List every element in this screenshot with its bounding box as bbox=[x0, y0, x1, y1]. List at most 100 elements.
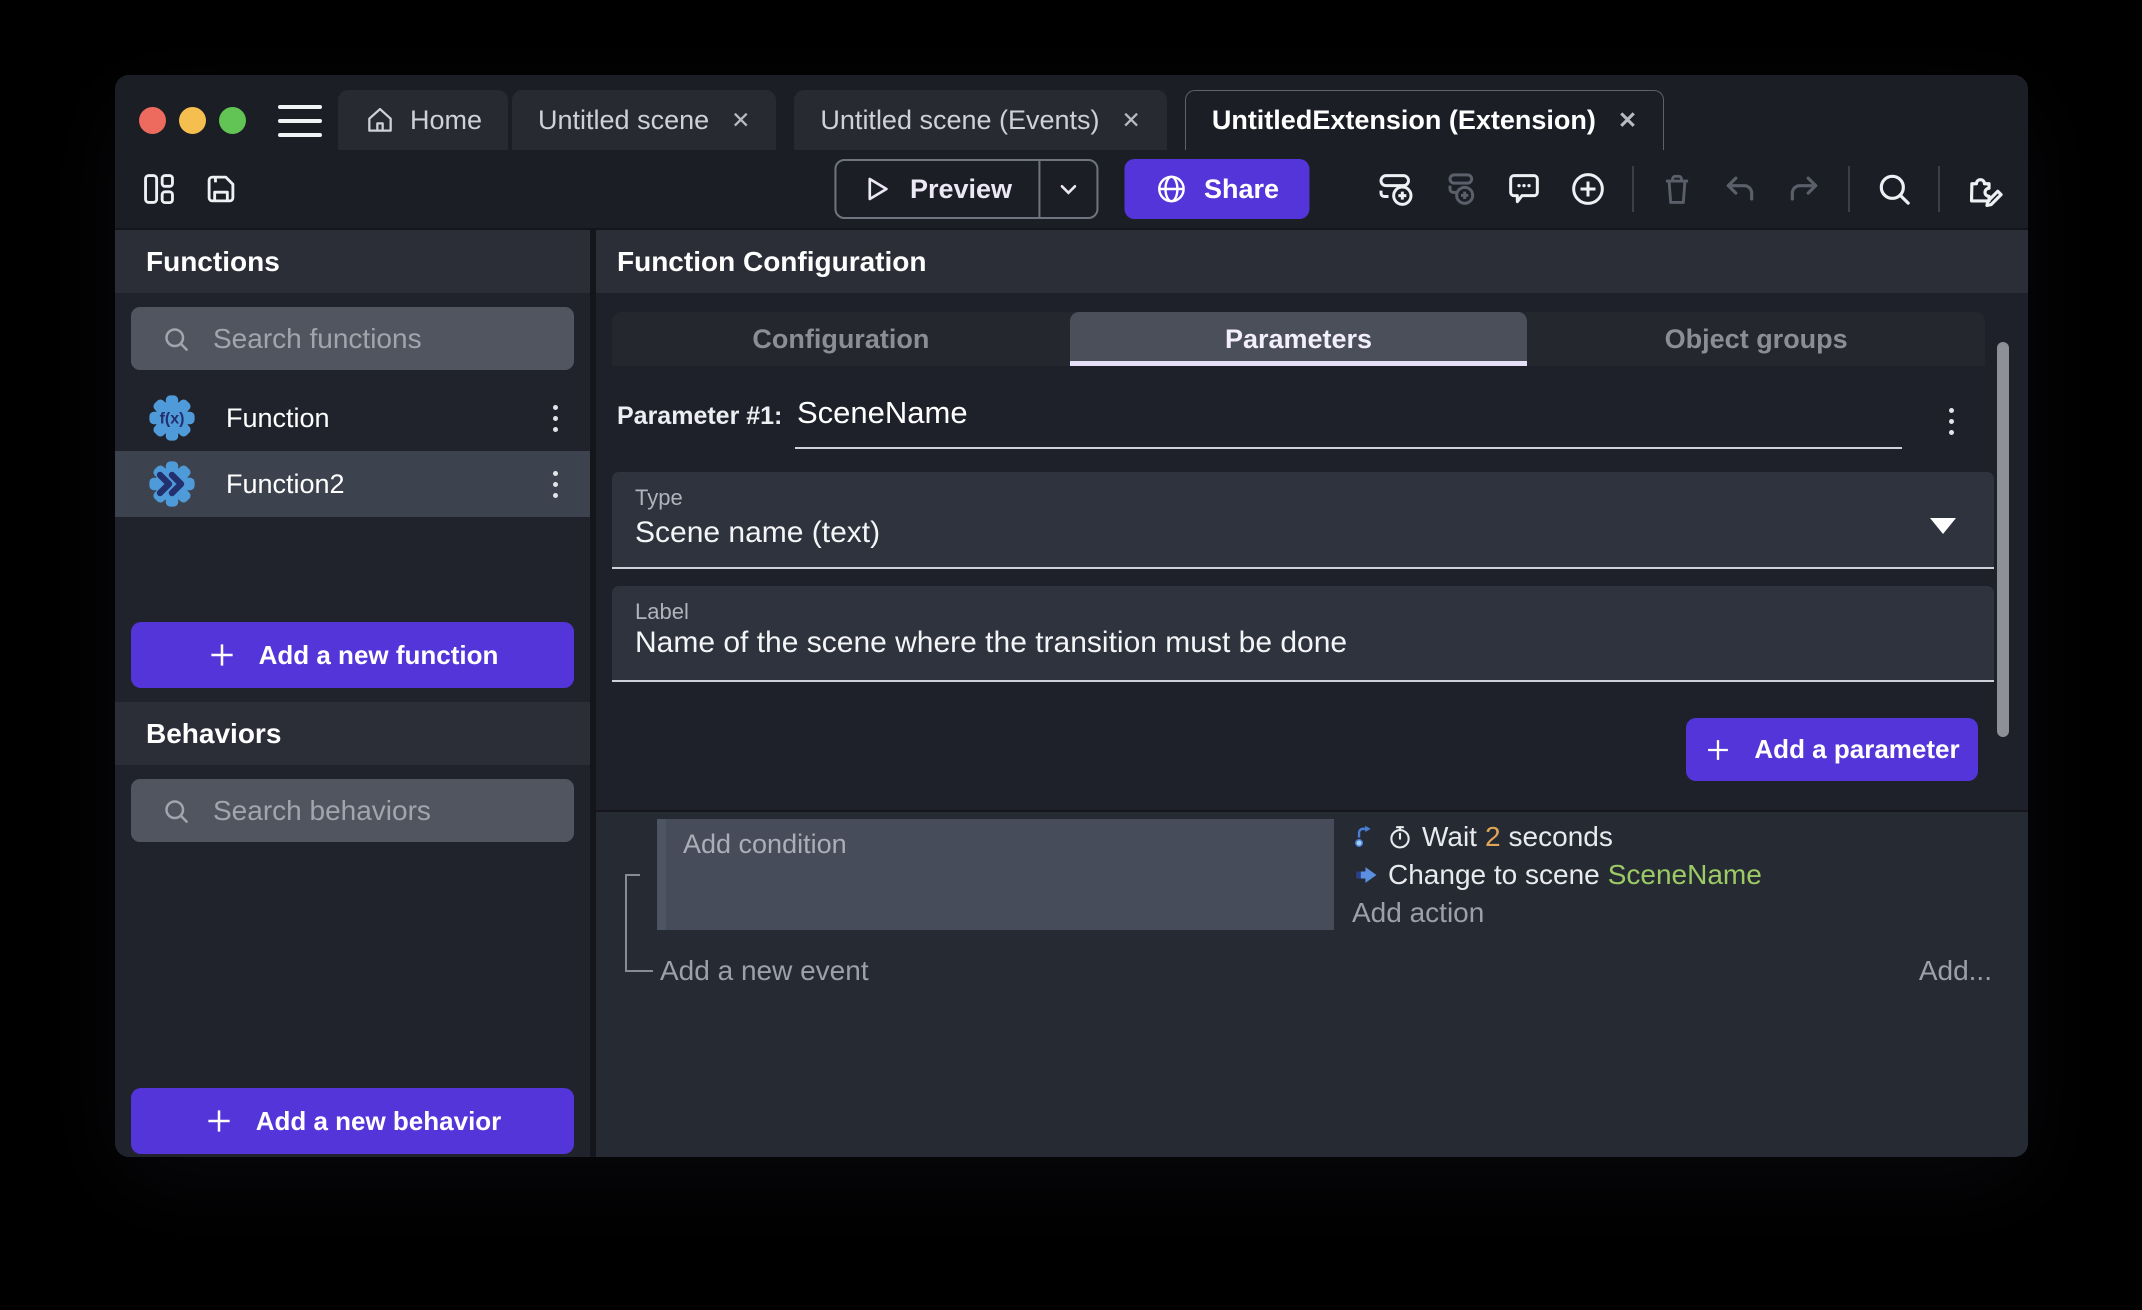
parameter-label-field[interactable]: Label bbox=[612, 586, 1994, 682]
function-name: Function bbox=[226, 403, 545, 434]
function-action-gear-icon bbox=[148, 460, 196, 508]
add-action-label: Add action bbox=[1352, 897, 1484, 929]
parameter-index-label: Parameter #1: bbox=[617, 402, 782, 431]
functions-title: Functions bbox=[146, 246, 280, 278]
maximize-window-button[interactable] bbox=[219, 107, 246, 134]
configuration-tab-bar: Configuration Parameters Object groups bbox=[612, 312, 1985, 366]
add-function-button[interactable]: Add a new function bbox=[131, 622, 574, 688]
function-options-icon[interactable] bbox=[545, 397, 566, 440]
event-tree-bracket bbox=[625, 874, 653, 972]
parameter-name-input[interactable] bbox=[795, 385, 1902, 449]
globe-icon bbox=[1154, 172, 1188, 206]
minimize-window-button[interactable] bbox=[179, 107, 206, 134]
tab-label: Untitled scene bbox=[538, 105, 709, 136]
change-scene-action-row[interactable]: Change to scene SceneName bbox=[1352, 858, 1762, 892]
functions-header: Functions bbox=[115, 230, 590, 293]
tab-object-groups[interactable]: Object groups bbox=[1527, 312, 1985, 366]
add-function-label: Add a new function bbox=[259, 640, 499, 671]
redo-icon[interactable] bbox=[1784, 169, 1824, 209]
tab-configuration[interactable]: Configuration bbox=[612, 312, 1070, 366]
event-grip[interactable] bbox=[657, 819, 666, 930]
home-icon bbox=[364, 104, 396, 136]
search-behaviors-field[interactable] bbox=[131, 779, 574, 842]
type-label: Type bbox=[635, 485, 683, 511]
search-functions-input[interactable] bbox=[213, 323, 574, 355]
tab-untitled-scene[interactable]: Untitled scene ✕ bbox=[512, 90, 776, 150]
undo-icon[interactable] bbox=[1720, 169, 1760, 209]
add-behavior-label: Add a new behavior bbox=[256, 1106, 502, 1137]
tab-label: Untitled scene (Events) bbox=[820, 105, 1099, 136]
events-sheet: Add condition Wait 2 seconds bbox=[596, 810, 2028, 1157]
event-tree-bracket-tick bbox=[625, 874, 640, 876]
close-window-button[interactable] bbox=[139, 107, 166, 134]
share-button[interactable]: Share bbox=[1124, 159, 1309, 219]
menu-icon[interactable] bbox=[278, 105, 322, 137]
tab-home[interactable]: Home bbox=[338, 90, 508, 150]
preview-button-label: Preview bbox=[910, 174, 1012, 205]
svg-text:f(x): f(x) bbox=[160, 411, 185, 428]
add-new-event-link[interactable]: Add a new event bbox=[660, 955, 869, 987]
behaviors-header: Behaviors bbox=[115, 702, 590, 765]
event-actions-area: Wait 2 seconds Change to scene SceneName bbox=[1352, 820, 1762, 930]
search-behaviors-input[interactable] bbox=[213, 795, 574, 827]
close-tab-icon[interactable]: ✕ bbox=[731, 107, 750, 134]
add-event-icon[interactable] bbox=[1376, 169, 1416, 209]
tab-untitled-extension[interactable]: UntitledExtension (Extension) ✕ bbox=[1185, 90, 1664, 150]
function-configuration-header: Function Configuration bbox=[596, 230, 2028, 293]
close-tab-icon[interactable]: ✕ bbox=[1122, 107, 1141, 134]
add-parameter-button[interactable]: Add a parameter bbox=[1686, 718, 1978, 781]
parameter-type-select[interactable]: Type Scene name (text) bbox=[612, 472, 1994, 569]
parameter-label-input[interactable] bbox=[635, 626, 1915, 660]
save-icon[interactable] bbox=[202, 170, 240, 208]
wait-action-row[interactable]: Wait 2 seconds bbox=[1352, 820, 1762, 854]
function-configuration-panel: Function Configuration Configuration Par… bbox=[596, 230, 2028, 1157]
function-options-icon[interactable] bbox=[545, 463, 566, 506]
add-subevent-icon[interactable] bbox=[1440, 169, 1480, 209]
parameter-options-icon[interactable] bbox=[1941, 400, 1962, 443]
action-text: Change to scene bbox=[1388, 859, 1600, 891]
titlebar: Home Untitled scene ✕ Untitled scene (Ev… bbox=[115, 75, 2028, 150]
close-tab-icon[interactable]: ✕ bbox=[1618, 107, 1637, 134]
tab-label: Object groups bbox=[1665, 324, 1848, 355]
app-window: Home Untitled scene ✕ Untitled scene (Ev… bbox=[115, 75, 2028, 1157]
comment-icon[interactable] bbox=[1504, 169, 1544, 209]
scrollbar-thumb[interactable] bbox=[1997, 342, 2009, 737]
add-condition-link[interactable]: Add condition bbox=[683, 829, 847, 860]
add-behavior-button[interactable]: Add a new behavior bbox=[131, 1088, 574, 1154]
action-text: Wait bbox=[1422, 821, 1477, 853]
panel-title: Function Configuration bbox=[617, 246, 927, 278]
preview-button[interactable]: Preview bbox=[834, 159, 1098, 219]
preview-options-button[interactable] bbox=[1038, 161, 1096, 217]
change-scene-arrow-icon bbox=[1352, 861, 1380, 889]
add-anything-icon[interactable] bbox=[1568, 169, 1608, 209]
desktop: Home Untitled scene ✕ Untitled scene (Ev… bbox=[0, 0, 2142, 1310]
active-tab-underline bbox=[1070, 361, 1528, 366]
tab-label: Parameters bbox=[1225, 324, 1372, 355]
project-manager-icon[interactable] bbox=[140, 170, 178, 208]
function-gear-icon: f(x) bbox=[148, 394, 196, 442]
search-events-icon[interactable] bbox=[1874, 169, 1914, 209]
tab-label: UntitledExtension (Extension) bbox=[1212, 105, 1596, 136]
delete-icon[interactable] bbox=[1658, 170, 1696, 208]
play-icon bbox=[860, 173, 892, 205]
function-list-item[interactable]: f(x) Function bbox=[115, 385, 590, 451]
add-more-link[interactable]: Add... bbox=[1919, 955, 1992, 987]
label-label: Label bbox=[635, 599, 689, 625]
function-name: Function2 bbox=[226, 469, 545, 500]
edit-extension-icon[interactable] bbox=[1964, 168, 2006, 210]
plus-icon bbox=[1704, 736, 1732, 764]
event-conditions-area[interactable]: Add condition bbox=[666, 819, 1334, 930]
add-parameter-label: Add a parameter bbox=[1754, 734, 1959, 765]
search-functions-field[interactable] bbox=[131, 307, 574, 370]
dropdown-caret-icon bbox=[1930, 518, 1956, 534]
plus-icon bbox=[207, 640, 237, 670]
tab-parameters[interactable]: Parameters bbox=[1070, 312, 1528, 366]
workspace: Functions f(x) Function bbox=[115, 228, 2028, 1157]
tab-label: Configuration bbox=[752, 324, 929, 355]
function-list-item-selected[interactable]: Function2 bbox=[115, 451, 590, 517]
behaviors-title: Behaviors bbox=[146, 718, 281, 750]
action-text: seconds bbox=[1509, 821, 1613, 853]
action-value: 2 bbox=[1485, 821, 1501, 853]
add-action-link[interactable]: Add action bbox=[1352, 896, 1762, 930]
tab-untitled-scene-events[interactable]: Untitled scene (Events) ✕ bbox=[794, 90, 1166, 150]
